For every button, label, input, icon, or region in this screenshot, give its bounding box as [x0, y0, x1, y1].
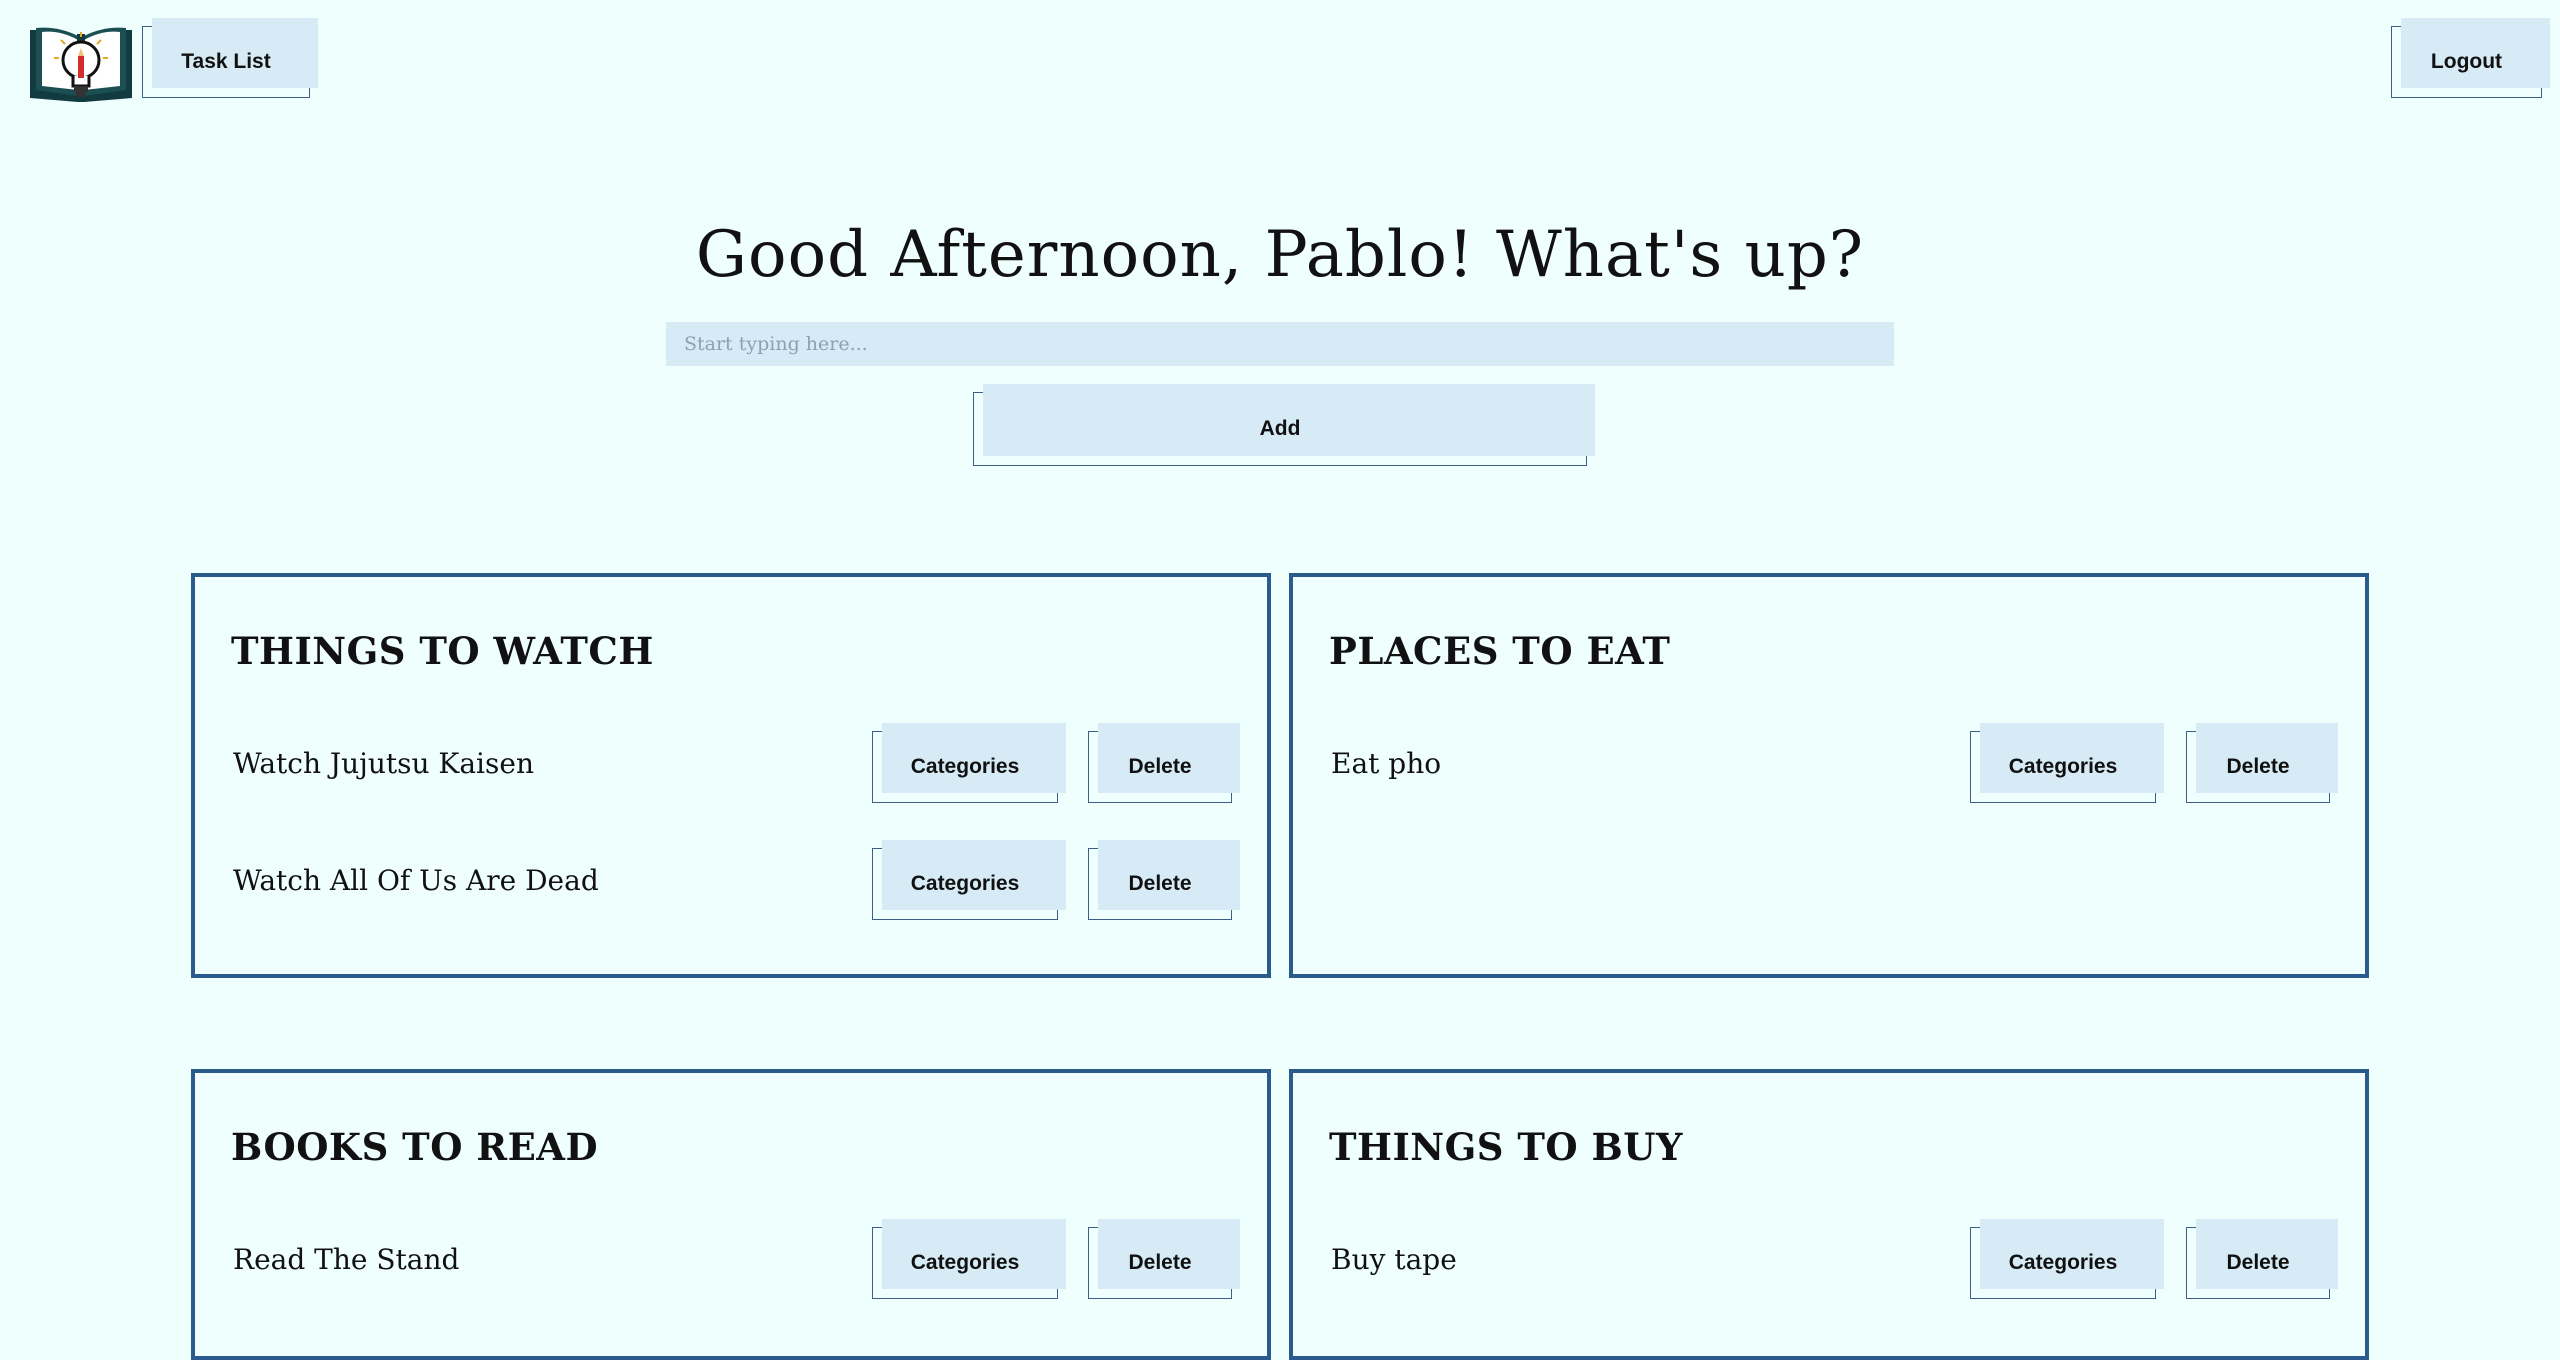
list-card-places-to-eat: PLACES TO EAT Eat pho Categories Delete — [1289, 573, 2369, 978]
delete-button[interactable]: Delete — [1088, 1219, 1240, 1299]
delete-button-label: Delete — [2226, 1251, 2290, 1274]
list-item: Read The Stand Categories Delete — [195, 1219, 1267, 1307]
list-card-title: PLACES TO EAT — [1329, 629, 1671, 673]
delete-button-label: Delete — [1128, 1251, 1192, 1274]
list-item-text: Watch All Of Us Are Dead — [233, 864, 599, 897]
list-card-books-to-read: BOOKS TO READ Read The Stand Categories … — [191, 1069, 1271, 1360]
delete-button[interactable]: Delete — [1088, 840, 1240, 920]
list-item-text: Read The Stand — [233, 1243, 460, 1276]
categories-button-label: Categories — [2008, 755, 2118, 778]
list-card-title: BOOKS TO READ — [231, 1125, 599, 1169]
list-card-title: THINGS TO WATCH — [231, 629, 654, 673]
delete-button[interactable]: Delete — [2186, 1219, 2338, 1299]
logout-button-label: Logout — [2430, 50, 2503, 73]
page: Task List Logout Good Afternoon, Pablo! … — [0, 0, 2560, 1360]
list-item: Watch All Of Us Are Dead Categories Dele… — [195, 840, 1267, 928]
open-book-lightbulb-icon[interactable] — [28, 24, 134, 104]
categories-button[interactable]: Categories — [872, 840, 1066, 920]
delete-button-label: Delete — [1128, 872, 1192, 895]
list-item-text: Buy tape — [1331, 1243, 1457, 1276]
greeting-heading: Good Afternoon, Pablo! What's up? — [695, 218, 1865, 292]
categories-button[interactable]: Categories — [872, 1219, 1066, 1299]
categories-button-label: Categories — [910, 1251, 1020, 1274]
delete-button[interactable]: Delete — [1088, 723, 1240, 803]
delete-button-label: Delete — [2226, 755, 2290, 778]
delete-button[interactable]: Delete — [2186, 723, 2338, 803]
categories-button[interactable]: Categories — [872, 723, 1066, 803]
task-list-button-label: Task List — [181, 50, 271, 73]
task-list-button[interactable]: Task List — [142, 18, 318, 98]
categories-button[interactable]: Categories — [1970, 1219, 2164, 1299]
categories-button-label: Categories — [910, 872, 1020, 895]
list-item-text: Eat pho — [1331, 747, 1442, 780]
task-input[interactable] — [666, 322, 1894, 366]
list-item-text: Watch Jujutsu Kaisen — [233, 747, 534, 780]
delete-button-label: Delete — [1128, 755, 1192, 778]
add-button-label: Add — [1259, 417, 1301, 440]
add-button[interactable]: Add — [973, 384, 1595, 466]
list-card-things-to-watch: THINGS TO WATCH Watch Jujutsu Kaisen Cat… — [191, 573, 1271, 978]
list-item: Watch Jujutsu Kaisen Categories Delete — [195, 723, 1267, 811]
list-item: Eat pho Categories Delete — [1293, 723, 2365, 811]
logout-button[interactable]: Logout — [2391, 18, 2550, 98]
categories-button-label: Categories — [910, 755, 1020, 778]
categories-button[interactable]: Categories — [1970, 723, 2164, 803]
list-card-things-to-buy: THINGS TO BUY Buy tape Categories Delete — [1289, 1069, 2369, 1360]
list-item: Buy tape Categories Delete — [1293, 1219, 2365, 1307]
categories-button-label: Categories — [2008, 1251, 2118, 1274]
list-card-title: THINGS TO BUY — [1329, 1125, 1683, 1169]
